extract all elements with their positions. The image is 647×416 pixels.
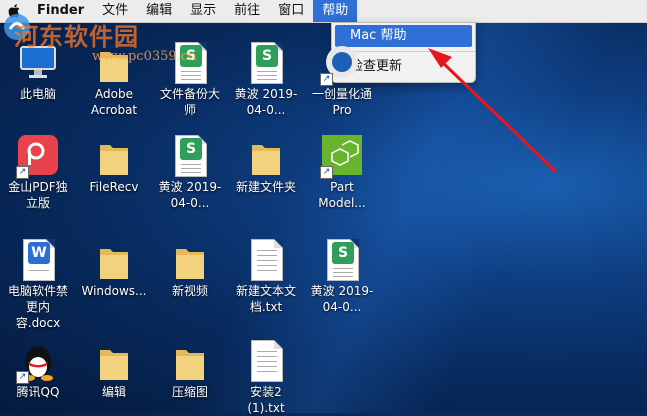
annotation-arrow-icon — [428, 48, 558, 174]
